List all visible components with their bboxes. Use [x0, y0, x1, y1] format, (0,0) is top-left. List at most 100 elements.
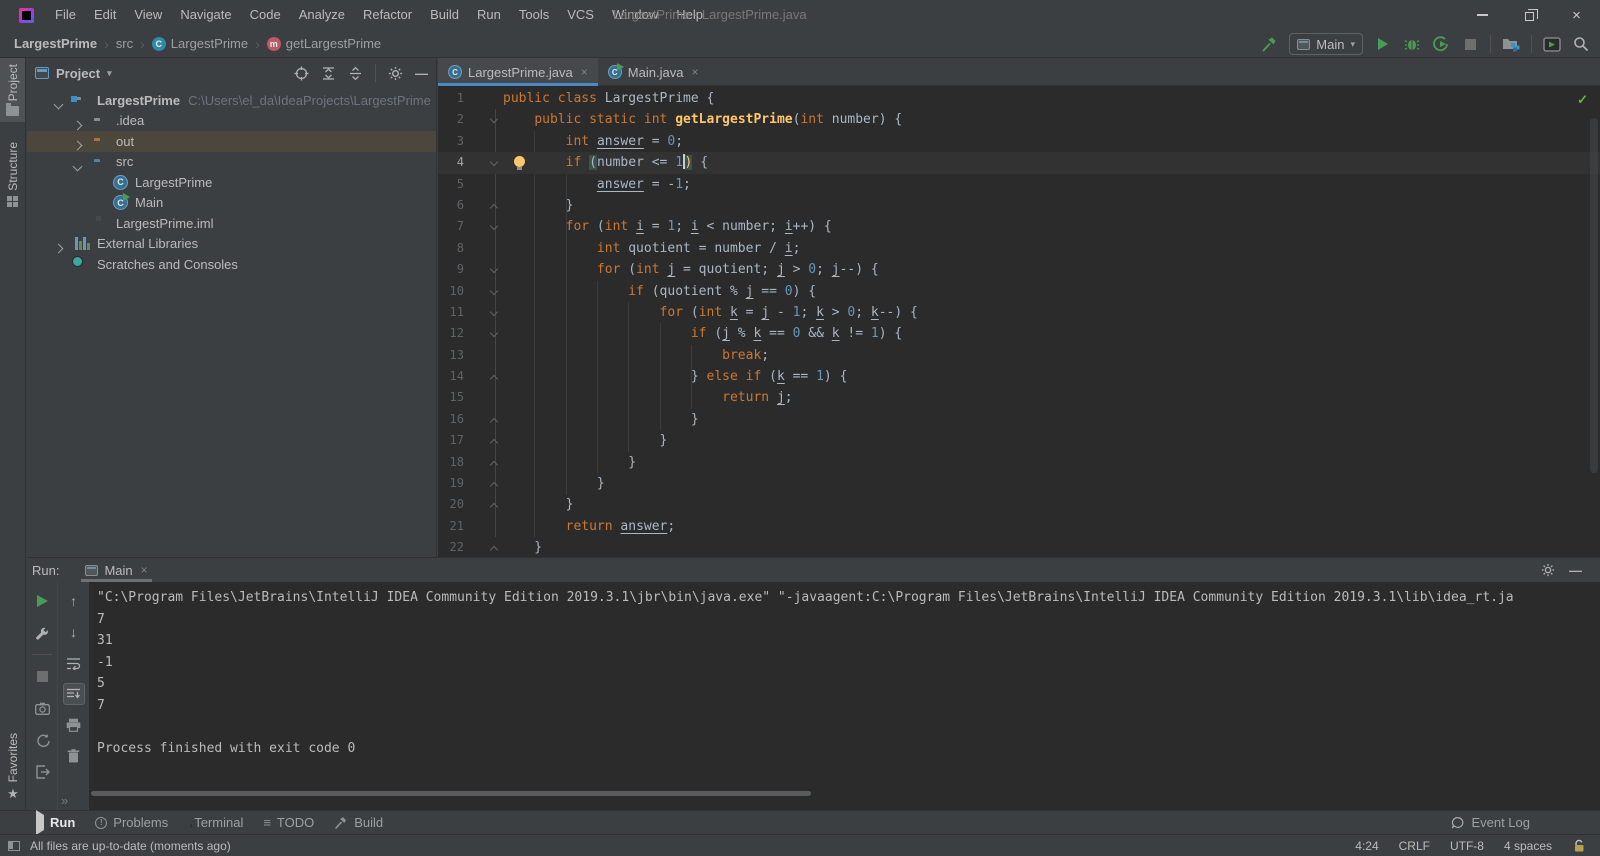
run-button[interactable]: [1374, 35, 1392, 53]
unlock-icon[interactable]: [1572, 839, 1586, 853]
fold-marker-icon[interactable]: [491, 309, 497, 315]
menu-item-analyze[interactable]: Analyze: [290, 0, 354, 30]
project-structure-icon[interactable]: [1502, 35, 1520, 53]
caret-position-widget[interactable]: 4:24: [1355, 839, 1378, 853]
menu-item-build[interactable]: Build: [421, 0, 468, 30]
menu-item-refactor[interactable]: Refactor: [354, 0, 421, 30]
stop-button[interactable]: [1461, 35, 1479, 53]
collapse-all-icon[interactable]: [348, 66, 363, 81]
scroll-to-end-button[interactable]: [63, 683, 85, 705]
toolwindow-button-terminal[interactable]: Terminal: [178, 811, 253, 835]
tree-chevron-icon[interactable]: [55, 240, 63, 248]
line-separator-widget[interactable]: CRLF: [1399, 839, 1430, 853]
editor-tab-largestprime-java[interactable]: CLargestPrime.java×: [438, 58, 598, 86]
toolwindow-button-problems[interactable]: !Problems: [85, 811, 178, 835]
close-button[interactable]: ×: [1553, 0, 1600, 30]
tree-item-external-libraries[interactable]: External Libraries: [27, 234, 436, 255]
minimize-button[interactable]: [1459, 0, 1506, 30]
run-tab-main[interactable]: Main ×: [81, 558, 151, 582]
fold-marker-icon[interactable]: [491, 116, 497, 122]
toolbar-overflow-icon[interactable]: »: [61, 793, 68, 808]
tree-chevron-icon[interactable]: [55, 96, 63, 104]
menu-item-code[interactable]: Code: [241, 0, 290, 30]
run-settings-button[interactable]: [31, 622, 53, 644]
restart-debug-button[interactable]: [31, 729, 53, 751]
fold-marker-icon[interactable]: [491, 416, 497, 425]
restore-button[interactable]: [1506, 0, 1553, 30]
menu-item-file[interactable]: File: [46, 0, 85, 30]
fold-marker-icon[interactable]: [491, 159, 497, 165]
menu-item-vcs[interactable]: VCS: [558, 0, 603, 30]
fold-marker-icon[interactable]: [491, 223, 497, 229]
sidebar-item-project[interactable]: Project: [0, 58, 25, 122]
breadcrumb-item[interactable]: LargestPrime: [14, 36, 97, 51]
code-editor[interactable]: 1public class LargestPrime {2 public sta…: [438, 86, 1600, 557]
toolwindow-button-event-log[interactable]: Event Log: [1441, 811, 1540, 835]
sidebar-item-structure[interactable]: Structure: [0, 136, 25, 213]
gear-icon[interactable]: [1541, 563, 1555, 578]
hide-panel-icon[interactable]: —: [415, 66, 428, 81]
close-icon[interactable]: ×: [581, 65, 588, 79]
run-anything-icon[interactable]: [1543, 35, 1561, 53]
fold-marker-icon[interactable]: [491, 330, 497, 336]
tree-item--idea[interactable]: .idea: [27, 111, 436, 132]
tree-item-largestprime[interactable]: CLargestPrime: [27, 172, 436, 193]
fold-marker-icon[interactable]: [491, 288, 497, 294]
fold-marker-icon[interactable]: [491, 373, 497, 382]
menu-item-view[interactable]: View: [125, 0, 171, 30]
tree-chevron-icon[interactable]: [74, 137, 82, 145]
debug-button[interactable]: [1403, 35, 1421, 53]
close-icon[interactable]: ×: [691, 65, 698, 79]
tree-chevron-icon[interactable]: [74, 117, 82, 125]
breadcrumb-item[interactable]: mgetLargestPrime: [267, 36, 381, 51]
fold-marker-icon[interactable]: [491, 480, 497, 489]
sidebar-item-favorites[interactable]: Favorites ★: [0, 733, 26, 810]
project-view-dropdown[interactable]: Project ▾: [35, 66, 112, 81]
tree-item-largestprime[interactable]: LargestPrimeC:\Users\el_da\IdeaProjects\…: [27, 90, 436, 111]
rerun-button[interactable]: [31, 590, 53, 612]
tree-item-main[interactable]: CMain: [27, 193, 436, 214]
indent-widget[interactable]: 4 spaces: [1504, 839, 1552, 853]
breadcrumb-item[interactable]: CLargestPrime: [152, 36, 248, 51]
gear-icon[interactable]: [388, 66, 403, 81]
fold-marker-icon[interactable]: [491, 202, 497, 211]
tree-item-out[interactable]: out: [27, 131, 436, 152]
print-button[interactable]: [63, 714, 85, 736]
exit-button[interactable]: [31, 761, 53, 783]
toolwindow-button-todo[interactable]: ≡TODO: [253, 811, 324, 835]
toolwindow-toggle-icon[interactable]: [8, 841, 20, 851]
console-horizontal-scrollbar[interactable]: [91, 791, 811, 796]
editor-tab-main-java[interactable]: CMain.java×: [598, 58, 709, 86]
soft-wrap-button[interactable]: [63, 652, 85, 674]
run-with-coverage-button[interactable]: [1432, 35, 1450, 53]
run-console[interactable]: "C:\Program Files\JetBrains\IntelliJ IDE…: [89, 582, 1600, 810]
toolwindow-button-run[interactable]: Run: [26, 811, 85, 835]
fold-marker-icon[interactable]: [491, 266, 497, 272]
down-stack-trace-button[interactable]: ↓: [63, 621, 85, 643]
up-stack-trace-button[interactable]: ↑: [63, 590, 85, 612]
clear-all-button[interactable]: [63, 745, 85, 767]
expand-all-icon[interactable]: [321, 66, 336, 81]
tree-item-src[interactable]: src: [27, 152, 436, 173]
toolwindow-button-build[interactable]: Build: [324, 811, 393, 835]
breadcrumb-item[interactable]: src: [116, 36, 133, 51]
tree-chevron-icon[interactable]: [74, 158, 82, 166]
run-configuration-dropdown[interactable]: Main ▾: [1289, 33, 1363, 55]
menu-item-tools[interactable]: Tools: [510, 0, 558, 30]
build-hammer-icon[interactable]: [1260, 35, 1278, 53]
capture-snapshot-button[interactable]: [31, 697, 53, 719]
search-everywhere-icon[interactable]: [1572, 35, 1590, 53]
menu-item-edit[interactable]: Edit: [85, 0, 125, 30]
editor-scrollbar[interactable]: [1590, 118, 1598, 473]
fold-marker-icon[interactable]: [491, 459, 497, 468]
stop-button[interactable]: [31, 665, 53, 687]
encoding-widget[interactable]: UTF-8: [1450, 839, 1484, 853]
fold-marker-icon[interactable]: [491, 501, 497, 510]
menu-item-run[interactable]: Run: [468, 0, 510, 30]
hide-panel-icon[interactable]: —: [1569, 563, 1582, 578]
menu-item-navigate[interactable]: Navigate: [171, 0, 240, 30]
tree-item-largestprime-iml[interactable]: LargestPrime.iml: [27, 213, 436, 234]
close-icon[interactable]: ×: [141, 563, 148, 577]
fold-marker-icon[interactable]: [491, 437, 497, 446]
fold-marker-icon[interactable]: [491, 544, 497, 553]
